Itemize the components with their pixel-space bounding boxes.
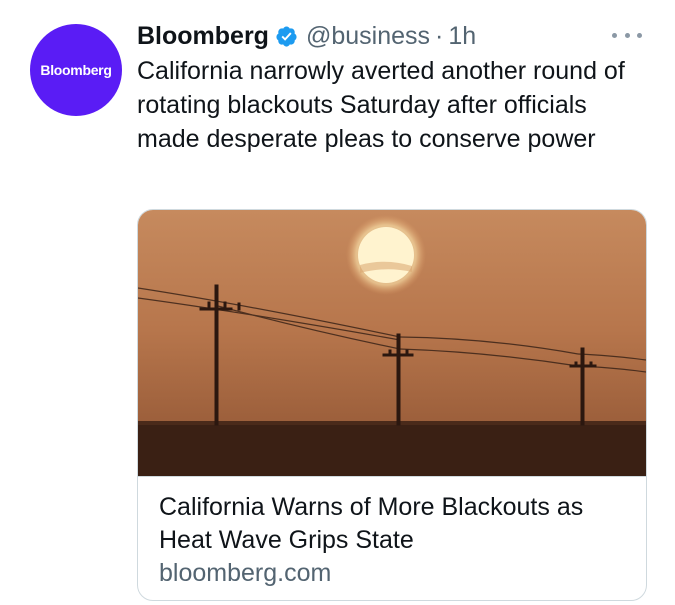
timestamp[interactable]: 1h bbox=[448, 22, 476, 51]
avatar-logo-text: Bloomberg bbox=[40, 62, 112, 78]
separator-dot: · bbox=[435, 21, 444, 50]
verified-badge-icon bbox=[275, 25, 298, 48]
handle[interactable]: @business bbox=[306, 22, 430, 51]
tweet-header: Bloomberg @business · 1h bbox=[137, 18, 476, 54]
tweet-text: California narrowly averted another roun… bbox=[137, 57, 625, 153]
tweet[interactable]: Bloomberg Bloomberg @business · 1h Calif… bbox=[0, 0, 675, 605]
avatar[interactable]: Bloomberg bbox=[30, 24, 122, 116]
link-card[interactable]: California Warns of More Blackouts as He… bbox=[137, 209, 647, 601]
more-dot bbox=[637, 32, 642, 38]
sunset-power-lines-image bbox=[138, 210, 646, 476]
more-horizontal-icon[interactable] bbox=[612, 28, 642, 42]
card-image[interactable] bbox=[138, 210, 646, 477]
card-domain[interactable]: bloomberg.com bbox=[159, 557, 331, 589]
more-dot bbox=[612, 32, 617, 38]
more-dot bbox=[624, 32, 630, 38]
card-title[interactable]: California Warns of More Blackouts as He… bbox=[159, 491, 634, 557]
display-name[interactable]: Bloomberg bbox=[137, 22, 269, 51]
